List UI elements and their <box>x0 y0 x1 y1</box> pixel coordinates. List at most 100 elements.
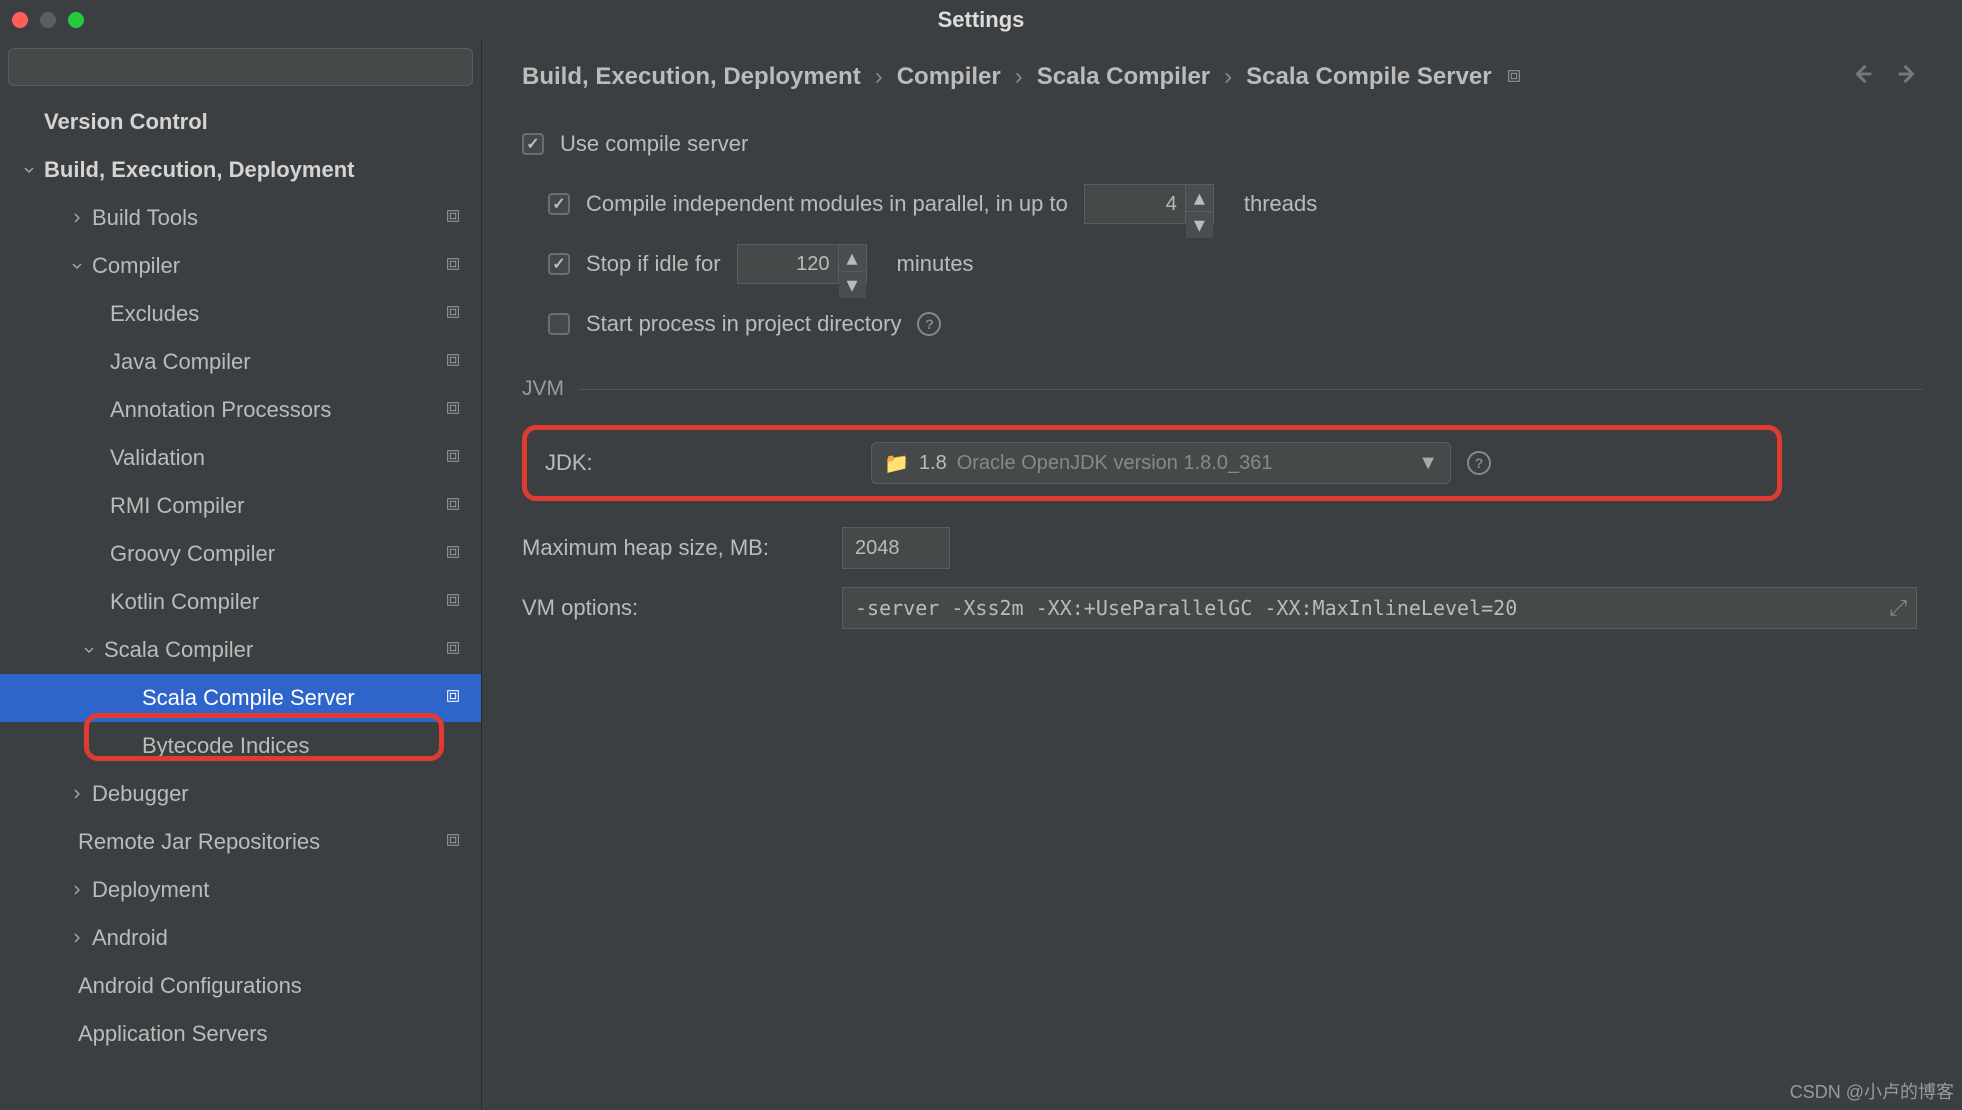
section-label: JVM <box>522 377 564 401</box>
sidebar-item-label: Deployment <box>92 877 481 903</box>
divider <box>578 389 1922 390</box>
project-scope-icon <box>445 352 461 373</box>
parallel-row: Compile independent modules in parallel,… <box>522 183 1922 225</box>
threads-stepper: ▴▾ <box>1084 184 1214 224</box>
parallel-checkbox[interactable] <box>548 193 570 215</box>
sidebar-item-version-control[interactable]: Version Control <box>0 98 481 146</box>
breadcrumb-item[interactable]: Scala Compiler <box>1037 63 1210 91</box>
breadcrumb-item[interactable]: Compiler <box>897 63 1001 91</box>
minimize-icon[interactable] <box>40 12 56 28</box>
sidebar-item-excludes[interactable]: Excludes <box>0 290 481 338</box>
sidebar-item-build-execution-deployment[interactable]: Build, Execution, Deployment <box>0 146 481 194</box>
sidebar-item-app-servers[interactable]: Application Servers <box>0 1010 481 1058</box>
use-compile-server-checkbox[interactable] <box>522 133 544 155</box>
unit-label: minutes <box>897 251 974 277</box>
project-scope-icon <box>1506 63 1522 91</box>
jvm-section-header: JVM <box>522 377 1922 401</box>
help-icon[interactable]: ? <box>917 312 941 336</box>
sidebar-item-scala-compiler[interactable]: Scala Compiler <box>0 626 481 674</box>
sidebar-item-debugger[interactable]: Debugger <box>0 770 481 818</box>
step-down-icon[interactable]: ▾ <box>839 272 866 298</box>
maximize-icon[interactable] <box>68 12 84 28</box>
sidebar-item-kotlin-compiler[interactable]: Kotlin Compiler <box>0 578 481 626</box>
checkbox-label: Use compile server <box>560 131 748 157</box>
sidebar-item-label: Android Configurations <box>78 973 481 999</box>
sidebar-item-build-tools[interactable]: Build Tools <box>0 194 481 242</box>
chevron-down-icon <box>20 162 38 178</box>
chevron-right-icon: › <box>1224 63 1232 91</box>
sidebar-item-annotation-processors[interactable]: Annotation Processors <box>0 386 481 434</box>
heap-input[interactable] <box>842 527 950 569</box>
sidebar-item-label: Validation <box>110 445 481 471</box>
sidebar-item-groovy-compiler[interactable]: Groovy Compiler <box>0 530 481 578</box>
project-scope-icon <box>445 448 461 469</box>
step-up-icon[interactable]: ▴ <box>1186 185 1213 212</box>
sidebar-item-label: Scala Compile Server <box>142 685 481 711</box>
stop-idle-checkbox[interactable] <box>548 253 570 275</box>
stepper-buttons: ▴▾ <box>1185 185 1213 223</box>
start-in-project-checkbox[interactable] <box>548 313 570 335</box>
forward-button[interactable] <box>1894 60 1922 93</box>
window-controls <box>12 12 84 28</box>
sidebar-item-validation[interactable]: Validation <box>0 434 481 482</box>
back-button[interactable] <box>1848 60 1876 93</box>
vm-options-input[interactable] <box>842 587 1917 629</box>
stop-idle-row: Stop if idle for ▴▾ minutes <box>522 243 1922 285</box>
sidebar-item-android-conf[interactable]: Android Configurations <box>0 962 481 1010</box>
sidebar-item-label: Scala Compiler <box>104 637 481 663</box>
expand-icon[interactable]: ⤢ <box>1889 595 1907 621</box>
chevron-right-icon: › <box>875 63 883 91</box>
project-scope-icon <box>445 304 461 325</box>
sidebar: Version Control Build, Execution, Deploy… <box>0 40 482 1110</box>
breadcrumb-item[interactable]: Build, Execution, Deployment <box>522 63 861 91</box>
content-panel: Build, Execution, Deployment › Compiler … <box>482 40 1962 1110</box>
chevron-right-icon <box>68 882 86 898</box>
sidebar-item-rmi-compiler[interactable]: RMI Compiler <box>0 482 481 530</box>
chevron-right-icon <box>68 930 86 946</box>
sidebar-item-compiler[interactable]: Compiler <box>0 242 481 290</box>
project-scope-icon <box>445 688 461 709</box>
vm-label: VM options: <box>522 595 822 621</box>
start-in-project-row: Start process in project directory ? <box>522 303 1922 345</box>
sidebar-item-label: Annotation Processors <box>110 397 481 423</box>
titlebar: Settings <box>0 0 1962 40</box>
sidebar-item-scala-compile-server[interactable]: Scala Compile Server <box>0 674 481 722</box>
chevron-right-icon <box>68 786 86 802</box>
project-scope-icon <box>445 592 461 613</box>
project-scope-icon <box>445 832 461 853</box>
sidebar-item-java-compiler[interactable]: Java Compiler <box>0 338 481 386</box>
jdk-label: JDK: <box>545 450 855 476</box>
sidebar-item-label: Kotlin Compiler <box>110 589 481 615</box>
project-scope-icon <box>445 256 461 277</box>
chevron-down-icon: ▼ <box>1418 452 1438 475</box>
watermark: CSDN @小卢的博客 <box>1790 1078 1954 1104</box>
sidebar-item-remote-jar[interactable]: Remote Jar Repositories <box>0 818 481 866</box>
project-scope-icon <box>445 400 461 421</box>
help-icon[interactable]: ? <box>1467 451 1491 475</box>
sidebar-item-label: RMI Compiler <box>110 493 481 519</box>
sidebar-item-deployment[interactable]: Deployment <box>0 866 481 914</box>
sidebar-item-android[interactable]: Android <box>0 914 481 962</box>
jdk-dropdown[interactable]: 📁 1.8 Oracle OpenJDK version 1.8.0_361 ▼ <box>871 442 1451 484</box>
sidebar-item-bytecode-indices[interactable]: Bytecode Indices <box>0 722 481 770</box>
breadcrumb-item[interactable]: Scala Compile Server <box>1246 63 1491 91</box>
step-down-icon[interactable]: ▾ <box>1186 212 1213 238</box>
use-compile-server-row: Use compile server <box>522 123 1922 165</box>
step-up-icon[interactable]: ▴ <box>839 245 866 272</box>
settings-window: Settings Version Control Build, Executio… <box>0 0 1962 1110</box>
chevron-down-icon <box>80 642 98 658</box>
checkbox-label: Start process in project directory <box>586 311 901 337</box>
chevron-down-icon <box>68 258 86 274</box>
minutes-stepper: ▴▾ <box>737 244 867 284</box>
search-input[interactable] <box>8 48 473 86</box>
close-icon[interactable] <box>12 12 28 28</box>
jdk-description: Oracle OpenJDK version 1.8.0_361 <box>957 452 1408 475</box>
sidebar-item-label: Groovy Compiler <box>110 541 481 567</box>
sidebar-item-label: Version Control <box>44 109 481 135</box>
heap-row: Maximum heap size, MB: <box>522 527 1922 569</box>
chevron-right-icon <box>68 210 86 226</box>
body: Version Control Build, Execution, Deploy… <box>0 40 1962 1110</box>
sidebar-item-label: Build, Execution, Deployment <box>44 157 481 183</box>
project-scope-icon <box>445 640 461 661</box>
sidebar-item-label: Debugger <box>92 781 481 807</box>
